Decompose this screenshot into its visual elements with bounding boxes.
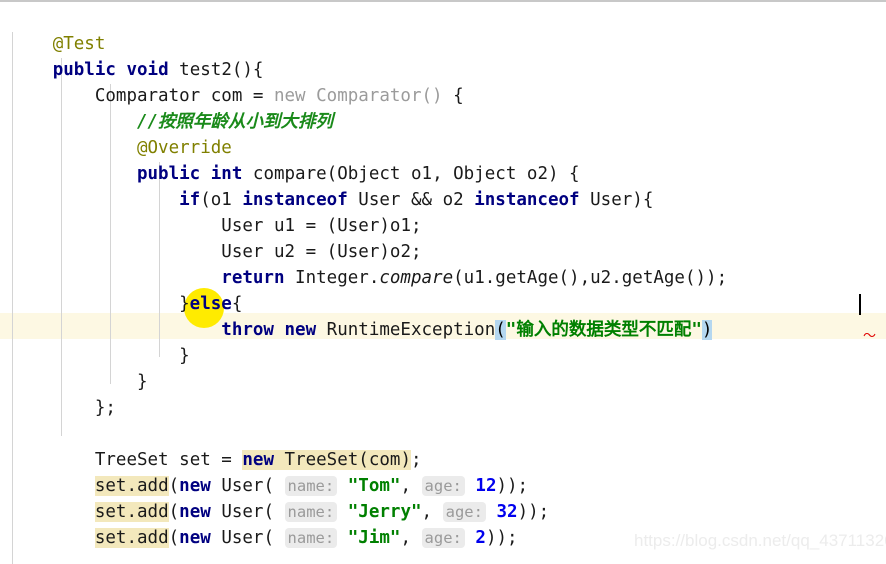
code-editor[interactable]: @Test public void test2(){ Comparator co…: [0, 0, 886, 564]
code-line-12[interactable]: throw new RuntimeException("输入的数据类型不匹配"): [0, 291, 886, 340]
code-line-5[interactable]: @Override: [0, 109, 886, 158]
number-literal-2: 2: [475, 528, 486, 548]
code-line-7[interactable]: if(o1 instanceof User && o2 instanceof U…: [0, 161, 886, 210]
code-line-15[interactable]: };: [0, 369, 886, 418]
code-line-20[interactable]: set.add(new User( name: "Jim", age: 2));: [0, 499, 886, 548]
watermark: https://blog.csdn.net/qq_43711326: [634, 531, 886, 550]
string-literal-jim: "Jim": [347, 528, 401, 548]
code-line-2[interactable]: public void test2(){: [0, 31, 886, 80]
text-caret: [859, 294, 861, 315]
code-line-17[interactable]: TreeSet set = new TreeSet(com);: [0, 421, 886, 470]
code-line-14[interactable]: }: [0, 343, 886, 392]
var-set: set: [94, 528, 127, 548]
code-line-8[interactable]: User u1 = (User)o1;: [0, 187, 886, 236]
code-line-18[interactable]: set.add(new User( name: "Tom", age: 12))…: [0, 447, 886, 496]
usage-highlight-set-add: set.add: [94, 528, 169, 548]
type-user: User: [221, 528, 264, 548]
error-squiggle-icon: 〜: [863, 329, 877, 344]
method-add: add: [137, 528, 169, 548]
inlay-hint-name: name:: [284, 528, 338, 548]
code-line-6[interactable]: public int compare(Object o1, Object o2)…: [0, 135, 886, 184]
code-line-19[interactable]: set.add(new User( name: "Jerry", age: 32…: [0, 473, 886, 522]
code-line-13[interactable]: }: [0, 317, 886, 366]
code-line-10[interactable]: return Integer.compare(u1.getAge(),u2.ge…: [0, 239, 886, 288]
code-line-1[interactable]: @Test: [0, 5, 886, 54]
code-line-4[interactable]: //按照年龄从小到大排列: [0, 83, 886, 132]
inlay-hint-age: age:: [421, 528, 465, 548]
code-line-11[interactable]: }else{: [0, 265, 886, 314]
keyword-new: new: [179, 528, 211, 548]
code-line-3[interactable]: Comparator com = new Comparator() {: [0, 57, 886, 106]
code-line-16[interactable]: [0, 395, 886, 421]
code-line-9[interactable]: User u2 = (User)o2;: [0, 213, 886, 262]
